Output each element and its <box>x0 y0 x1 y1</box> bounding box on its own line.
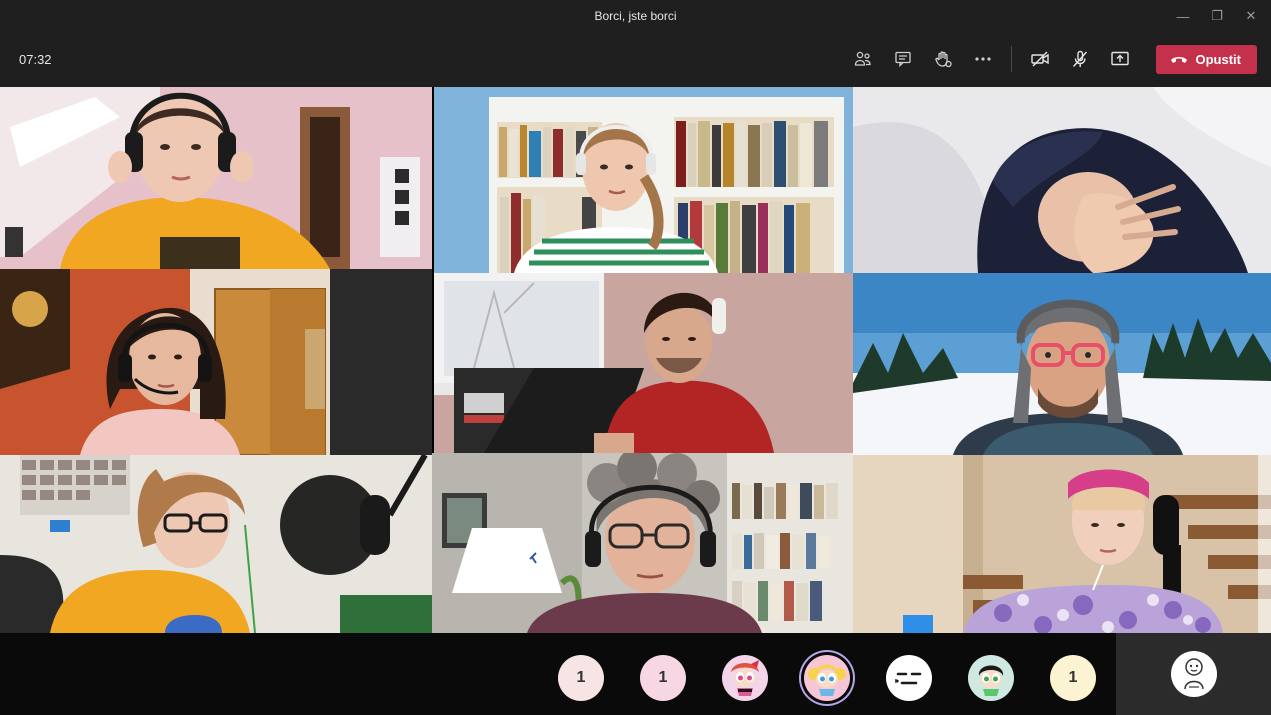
leave-label: Opustit <box>1195 51 1242 67</box>
video-frame <box>434 87 853 273</box>
people-button[interactable] <box>843 44 883 74</box>
window-controls: — ❐ ✕ <box>1169 0 1265 32</box>
participant-avatars: 1 1 1 <box>558 655 1096 701</box>
share-screen-button[interactable] <box>1100 44 1140 74</box>
meeting-controls: Opustit <box>843 44 1257 74</box>
participant-video-5[interactable] <box>434 273 853 453</box>
leave-meeting-button[interactable]: Opustit <box>1155 44 1257 74</box>
participants-bar: 1 1 1 <box>0 633 1271 715</box>
participant-avatar-2[interactable]: 1 <box>640 655 686 701</box>
participant-avatar-3[interactable] <box>722 655 768 701</box>
more-options-button[interactable] <box>963 44 1003 74</box>
participant-avatar-5[interactable] <box>886 655 932 701</box>
participant-video-9[interactable] <box>853 455 1271 633</box>
more-icon <box>974 57 991 61</box>
raise-hand-icon <box>934 51 952 68</box>
chat-button[interactable] <box>883 44 923 74</box>
powerpuff-blossom-icon <box>726 659 764 697</box>
powerpuff-buttercup-icon <box>972 659 1010 697</box>
powerpuff-bubbles-icon <box>808 659 846 697</box>
video-frame <box>0 269 432 455</box>
participant-video-6[interactable] <box>853 273 1271 455</box>
participant-video-7[interactable] <box>0 455 432 633</box>
avatar-count: 1 <box>576 669 586 686</box>
participant-avatar-1[interactable]: 1 <box>558 655 604 701</box>
video-grid <box>0 87 1271 633</box>
video-frame <box>853 87 1271 273</box>
close-icon[interactable]: ✕ <box>1237 4 1265 28</box>
participant-video-1[interactable] <box>0 87 432 269</box>
video-frame <box>853 455 1271 633</box>
video-frame <box>432 453 853 633</box>
video-frame <box>434 273 853 453</box>
hang-up-icon <box>1170 57 1187 63</box>
camera-toggle-button[interactable] <box>1020 44 1060 74</box>
meeting-title: Borci, jste borci <box>594 9 677 23</box>
mic-toggle-button[interactable] <box>1060 44 1100 74</box>
video-frame <box>0 455 432 633</box>
meeting-toolbar: 07:32 Opustit <box>0 32 1271 87</box>
call-timer: 07:32 <box>19 52 52 67</box>
share-screen-icon <box>1110 51 1129 66</box>
participant-video-2[interactable] <box>434 87 853 273</box>
avatar-count: 1 <box>658 669 668 686</box>
participant-avatar-6[interactable] <box>968 655 1014 701</box>
raise-hand-button[interactable] <box>923 44 963 74</box>
restore-icon[interactable]: ❐ <box>1203 4 1231 28</box>
chat-icon <box>894 51 911 68</box>
participant-avatar-7[interactable]: 1 <box>1050 655 1096 701</box>
avatar-count: 1 <box>1068 669 1078 686</box>
participant-video-8[interactable] <box>432 453 853 633</box>
participant-video-4[interactable] <box>0 269 432 455</box>
cartoon-character-icon <box>1173 654 1214 694</box>
participant-avatar-4-active[interactable] <box>804 655 850 701</box>
neutral-face-emoji-icon <box>890 659 928 697</box>
self-view[interactable] <box>1116 633 1271 715</box>
video-frame <box>853 273 1271 455</box>
self-avatar <box>1170 651 1217 697</box>
toolbar-divider <box>1010 46 1012 72</box>
people-icon <box>854 51 871 66</box>
camera-off-icon <box>1030 51 1049 67</box>
minimize-icon[interactable]: — <box>1169 4 1197 28</box>
video-frame <box>0 87 432 269</box>
participant-video-3[interactable] <box>853 87 1271 273</box>
title-bar: Borci, jste borci — ❐ ✕ <box>0 0 1271 32</box>
mic-off-icon <box>1072 50 1087 67</box>
